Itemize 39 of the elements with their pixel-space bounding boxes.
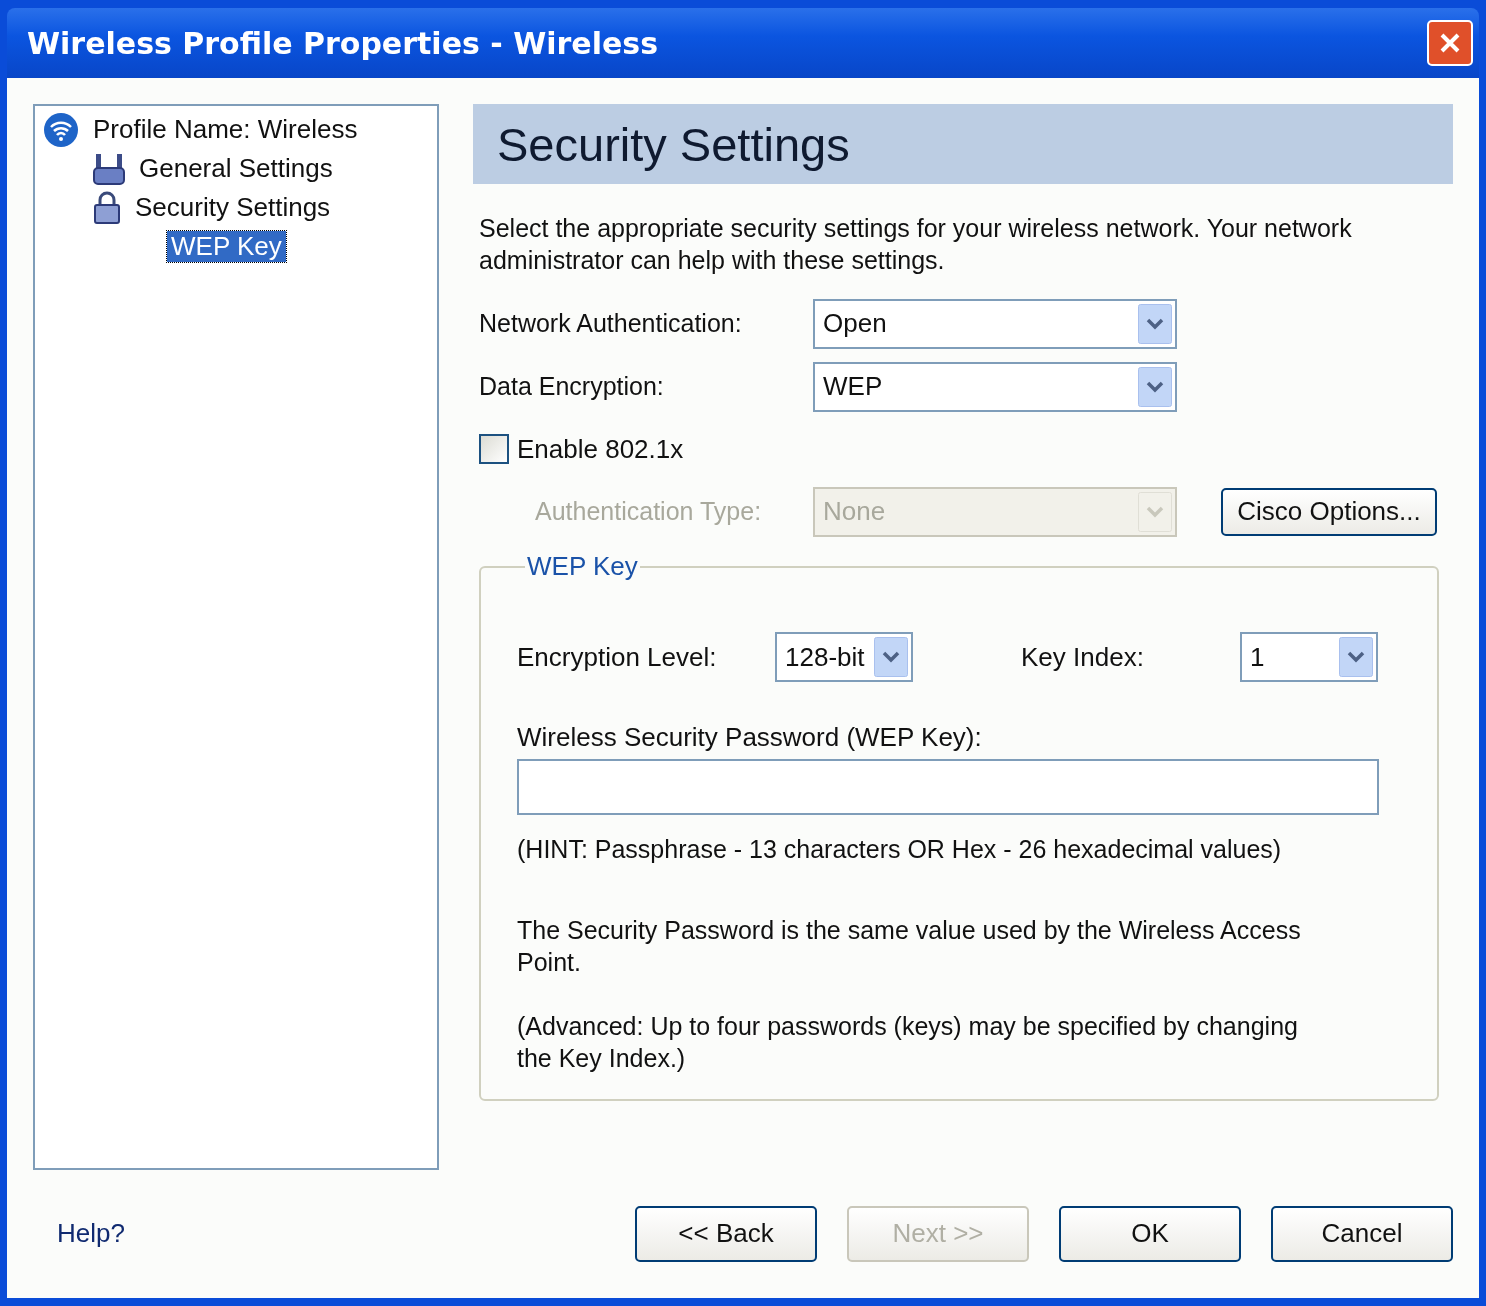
dropdown[interactable]: WEP <box>813 361 1177 412</box>
tree-item[interactable]: Profile Name: Wireless <box>89 114 362 145</box>
checkbox[interactable] <box>479 434 509 464</box>
hint-text: (HINT: Passphrase - 13 characters OR Hex - 26 hexadecimal values) <box>517 835 1283 864</box>
tree-item[interactable]: WEP Key <box>167 231 286 262</box>
chevron-down-icon <box>1138 491 1172 532</box>
window-title: Wireless Profile Properties - Wireless <box>27 25 659 61</box>
chevron-down-icon <box>1339 637 1373 677</box>
lock-icon <box>93 190 121 225</box>
dialog-button[interactable]: Cancel <box>1271 1205 1453 1262</box>
field-label: Key Index: <box>1021 641 1145 673</box>
close-button[interactable] <box>1427 20 1473 66</box>
page-heading: Security Settings <box>497 116 850 172</box>
checkbox-label: Enable 802.1x <box>517 433 684 465</box>
chevron-down-icon <box>1138 366 1172 407</box>
note-text: The Security Password is the same value used by the Wireless Access Point. <box>517 915 1302 978</box>
close-icon <box>1439 32 1461 54</box>
group-title: WEP Key <box>526 551 639 582</box>
tree-item[interactable]: General Settings <box>135 153 337 184</box>
field-label: Authentication Type: <box>534 497 763 526</box>
dialog-button[interactable]: OK <box>1059 1205 1241 1262</box>
description-text: Select the appropriate security settings for your wireless network. Your network administrator can help with these settings. <box>479 213 1353 276</box>
cisco-options-button[interactable]: Cisco Options... <box>1221 487 1437 536</box>
dropdown[interactable]: 128-bit <box>775 632 913 682</box>
chevron-down-icon <box>1138 303 1172 344</box>
field-label: Data Encryption: <box>478 372 665 401</box>
field-label: Encryption Level: <box>517 641 718 673</box>
tree-item[interactable]: Security Settings <box>131 192 335 223</box>
wifi-icon <box>43 111 79 148</box>
dropdown[interactable]: Open <box>813 298 1177 349</box>
router-icon <box>93 151 125 186</box>
password-field[interactable] <box>517 759 1379 815</box>
note-text: (Advanced: Up to four passwords (keys) may be specified by changing the Key Index.) <box>517 1011 1299 1074</box>
help-link[interactable]: Help? <box>57 1218 125 1250</box>
field-label: Network Authentication: <box>478 309 743 338</box>
dropdown[interactable]: 1 <box>1240 632 1378 682</box>
field-label: Wireless Security Password (WEP Key): <box>517 722 983 753</box>
dialog-button[interactable]: << Back <box>635 1205 817 1262</box>
chevron-down-icon <box>874 637 908 677</box>
